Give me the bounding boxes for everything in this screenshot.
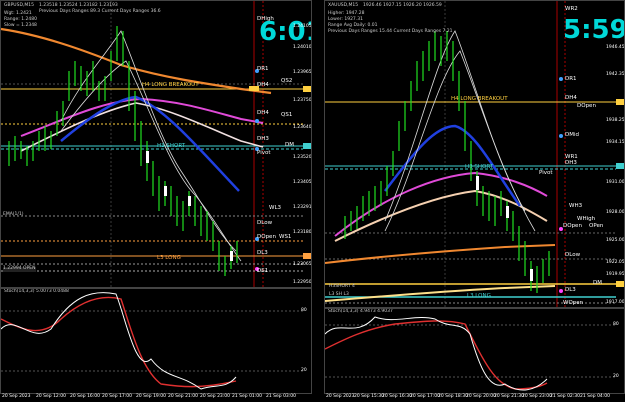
level-label-dm: DM xyxy=(285,142,294,148)
level-label-wh3: WH3 xyxy=(569,203,583,209)
right-oscillator-window[interactable]: Stoch(14,3,3) 4.9473 4.9037 80 20 xyxy=(324,308,625,394)
level-label-qs1: QS1 xyxy=(281,112,293,118)
right-ranges-text: Previous Days Ranges 15.44 Current Days … xyxy=(328,29,453,34)
level-label-h3-short: H3 SHORT xyxy=(157,143,186,149)
left-candle-timer: 6:01 xyxy=(259,17,311,47)
level-label-dl3: DL3 xyxy=(565,287,576,293)
right-osc-tick: 80 xyxy=(613,322,619,327)
level-label-wr2: WR2 xyxy=(565,6,578,12)
left-info-line: Range: 1.2480 xyxy=(4,17,37,22)
left-info-line: Wgt: 1.2421 xyxy=(4,11,32,16)
right-time-axis: 20 Sep 2023 20 Sep 15:30 20 Sep 16:30 20… xyxy=(326,394,611,399)
right-header-text: 1926.46 1927.15 1926.20 1926.59 xyxy=(363,3,442,8)
right-osc-tick: 20 xyxy=(613,374,619,379)
level-label-dhigh: DHigh xyxy=(257,16,274,22)
left-stochastic-plot xyxy=(1,292,303,390)
left-open-tag: 1.22994 OPEN xyxy=(3,266,36,272)
left-header-text: 1.23518 1.23524 1.23182 1.23193 xyxy=(39,3,118,8)
level-label-dh4: DH4 xyxy=(565,95,577,101)
left-oscillator-window[interactable]: Stoch(14,3,3) 5.0073 0.0488 80 20 xyxy=(0,288,312,394)
level-label-ds1: DS1 xyxy=(257,268,269,274)
level-label-dr1: DR1 xyxy=(257,66,269,72)
right-h3short-tag: H3SHORT 4 xyxy=(329,284,355,289)
left-oscillator-title: Stoch(14,3,3) 5.0073 0.0488 xyxy=(4,289,69,294)
level-label-wopen: WOpen xyxy=(563,300,584,306)
level-label-dh4: DH4 xyxy=(257,82,269,88)
right-candle-timer: 5:59 xyxy=(563,15,625,45)
level-label-dl3: DL3 xyxy=(257,250,268,256)
level-label-dopen: DOpen xyxy=(563,223,582,229)
level-label-dh3: DH3 xyxy=(565,160,577,166)
right-info-line: Higher: 1947.28 xyxy=(328,11,365,16)
level-label-h3-short: H3 SHORT xyxy=(465,164,494,170)
level-label-h4-long-breakout: H4 LONG BREAKOUT xyxy=(142,82,199,88)
left-ranges-text: Previous Days Ranges 89.3 Current Days R… xyxy=(39,9,161,14)
level-label-dmid: DMid xyxy=(565,132,579,138)
level-label-pivot: Pivot xyxy=(539,170,553,176)
left-chart-window[interactable]: GBPUSD,M15 1.23518 1.23524 1.23182 1.231… xyxy=(0,0,312,288)
level-label-open2: OPen xyxy=(589,223,604,229)
level-label-dopen: DOpen xyxy=(257,234,276,240)
right-l3sh-tag: L3 SH L3 xyxy=(329,292,349,297)
right-info-line: Range Avg Daily: 0.01 xyxy=(328,23,378,28)
left-osc-tick: 20 xyxy=(301,368,307,373)
left-info-line: Slow = 1.2348 xyxy=(4,23,37,28)
level-label-wl3: WL3 xyxy=(269,205,282,211)
level-label-whigh: WHigh xyxy=(577,216,596,222)
left-time-axis: 20 Sep 2023 20 Sep 12:00 20 Sep 16:00 20… xyxy=(2,394,297,399)
level-label-dr1: DR1 xyxy=(565,76,577,82)
level-label-l3-long: L3 LONG xyxy=(157,255,181,261)
level-label-dh3: DH3 xyxy=(257,136,269,142)
right-stochastic-plot xyxy=(325,316,616,391)
level-label-pivot: Pivot xyxy=(257,150,271,156)
level-label-h4-long-breakout: H4 LONG BREAKOUT xyxy=(451,96,508,102)
right-info-line: Lower: 1927.31 xyxy=(328,17,363,22)
level-label-qs2: QS2 xyxy=(281,78,293,84)
right-symbol-line: XAUUSD,M15 xyxy=(328,3,359,8)
right-chart-window[interactable]: XAUUSD,M15 1926.46 1927.15 1926.20 1926.… xyxy=(324,0,625,308)
level-label-l3-long: L3 LONG xyxy=(467,293,491,299)
level-label-ws1: WS1 xyxy=(279,234,292,240)
level-label-dh4-2: DH4 xyxy=(257,110,269,116)
level-label-dm: DM xyxy=(593,280,602,286)
right-oscillator-title: Stoch(14,3,3) 4.9473 4.9037 xyxy=(328,309,393,314)
level-label-dopen-top: DOpen xyxy=(577,103,596,109)
left-symbol-line: GBPUSD,M15 xyxy=(4,3,34,8)
level-label-dlow: DLow xyxy=(257,220,273,226)
left-osc-tick: 80 xyxy=(301,308,307,313)
left-ema-tag: EMA(1/1) xyxy=(3,212,24,217)
level-label-dlow: DLow xyxy=(565,252,581,258)
right-price-chart[interactable] xyxy=(325,1,625,308)
